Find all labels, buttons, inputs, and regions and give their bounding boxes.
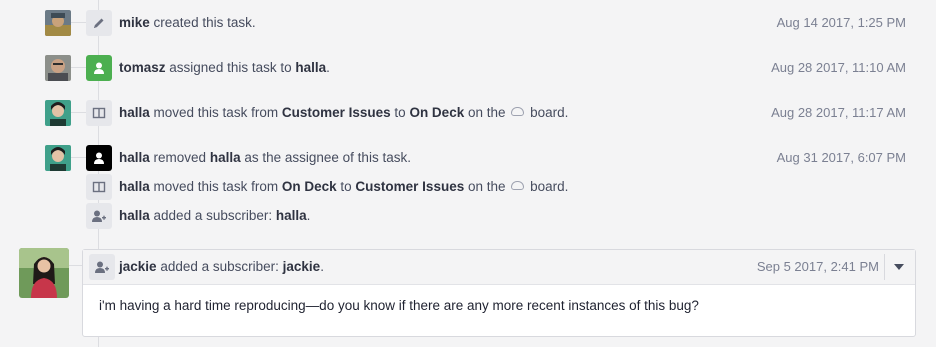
user-link[interactable]: halla xyxy=(119,208,150,223)
event-action: on the xyxy=(467,179,506,194)
event-action: added a subscriber: xyxy=(153,208,273,223)
add-subscriber-icon xyxy=(86,203,112,229)
event-action[interactable]: board. xyxy=(530,105,568,120)
column-from: Customer Issues xyxy=(281,105,391,120)
comment-menu-button[interactable] xyxy=(889,257,909,277)
event-action: to xyxy=(340,179,352,194)
event-text: halla moved this task from On Deck to Cu… xyxy=(119,174,568,200)
user-link[interactable]: halla xyxy=(276,208,307,223)
avatar-tomasz[interactable] xyxy=(45,55,71,81)
column-from: On Deck xyxy=(281,179,337,194)
timeline-event: halla moved this task from Customer Issu… xyxy=(0,100,936,132)
user-link[interactable]: mike xyxy=(119,15,150,30)
column-to: Customer Issues xyxy=(355,179,465,194)
event-timestamp[interactable]: Aug 28 2017, 11:10 AM xyxy=(771,55,906,81)
user-icon xyxy=(86,55,112,81)
event-action: moved this task from xyxy=(153,105,279,120)
cloud-icon xyxy=(511,107,525,116)
cloud-icon xyxy=(511,181,525,190)
user-link[interactable]: halla xyxy=(119,150,150,165)
connector xyxy=(71,157,87,158)
event-action: assigned this task to xyxy=(169,60,292,75)
event-action: to xyxy=(394,105,406,120)
event-text: tomasz assigned this task to halla. xyxy=(119,55,330,81)
event-text: mike created this task. xyxy=(119,10,256,36)
board-icon xyxy=(86,174,112,200)
timeline-event: halla removed halla as the assignee of t… xyxy=(0,145,936,177)
punctuation: . xyxy=(320,259,324,274)
user-link[interactable]: jackie xyxy=(283,259,321,274)
event-action: removed xyxy=(153,150,207,165)
connector xyxy=(71,112,87,113)
add-subscriber-icon xyxy=(89,254,115,280)
event-text: halla added a subscriber: halla. xyxy=(119,203,310,229)
user-link[interactable]: halla xyxy=(210,150,241,165)
pencil-icon xyxy=(86,10,112,36)
user-link[interactable]: halla xyxy=(119,179,150,194)
punctuation: . xyxy=(306,208,311,223)
avatar-halla[interactable] xyxy=(45,145,71,171)
connector xyxy=(71,22,87,23)
connector xyxy=(69,265,82,266)
user-link[interactable]: halla xyxy=(119,105,150,120)
event-action: as the assignee of this task. xyxy=(244,150,411,165)
avatar-jackie[interactable] xyxy=(19,248,69,298)
comment-body: i'm having a hard time reproducing—do yo… xyxy=(99,298,699,313)
chevron-down-icon xyxy=(894,264,904,270)
event-text: halla moved this task from Customer Issu… xyxy=(119,100,568,126)
event-text: halla removed halla as the assignee of t… xyxy=(119,145,411,171)
timeline-event: tomasz assigned this task to halla. Aug … xyxy=(0,55,936,87)
event-timestamp[interactable]: Aug 31 2017, 6:07 PM xyxy=(777,145,906,171)
event-action[interactable]: board. xyxy=(530,179,568,194)
user-link[interactable]: halla xyxy=(295,60,326,75)
comment-timestamp[interactable]: Sep 5 2017, 2:41 PM xyxy=(757,254,879,280)
column-to: On Deck xyxy=(409,105,465,120)
event-action: added a subscriber: xyxy=(160,259,279,274)
event-timestamp[interactable]: Aug 14 2017, 1:25 PM xyxy=(777,10,906,36)
comment-header: jackie added a subscriber: jackie. Sep 5… xyxy=(83,250,915,285)
avatar-halla[interactable] xyxy=(45,100,71,126)
timeline-event: halla moved this task from On Deck to Cu… xyxy=(0,174,936,206)
board-icon xyxy=(86,100,112,126)
event-action: moved this task from xyxy=(153,179,279,194)
event-timestamp[interactable]: Aug 28 2017, 11:17 AM xyxy=(771,100,906,126)
comment-card: jackie added a subscriber: jackie. Sep 5… xyxy=(82,249,916,337)
connector xyxy=(71,67,87,68)
event-action: created this task. xyxy=(153,15,256,30)
divider xyxy=(884,254,885,280)
avatar-mike[interactable] xyxy=(45,10,71,36)
punctuation: . xyxy=(326,60,330,75)
timeline-event: halla added a subscriber: halla. xyxy=(0,203,936,235)
user-icon xyxy=(86,145,112,171)
user-link[interactable]: tomasz xyxy=(119,60,166,75)
timeline-event: mike created this task. Aug 14 2017, 1:2… xyxy=(0,10,936,42)
event-action: on the xyxy=(467,105,506,120)
event-text: jackie added a subscriber: jackie. xyxy=(119,254,324,280)
user-link[interactable]: jackie xyxy=(119,259,157,274)
